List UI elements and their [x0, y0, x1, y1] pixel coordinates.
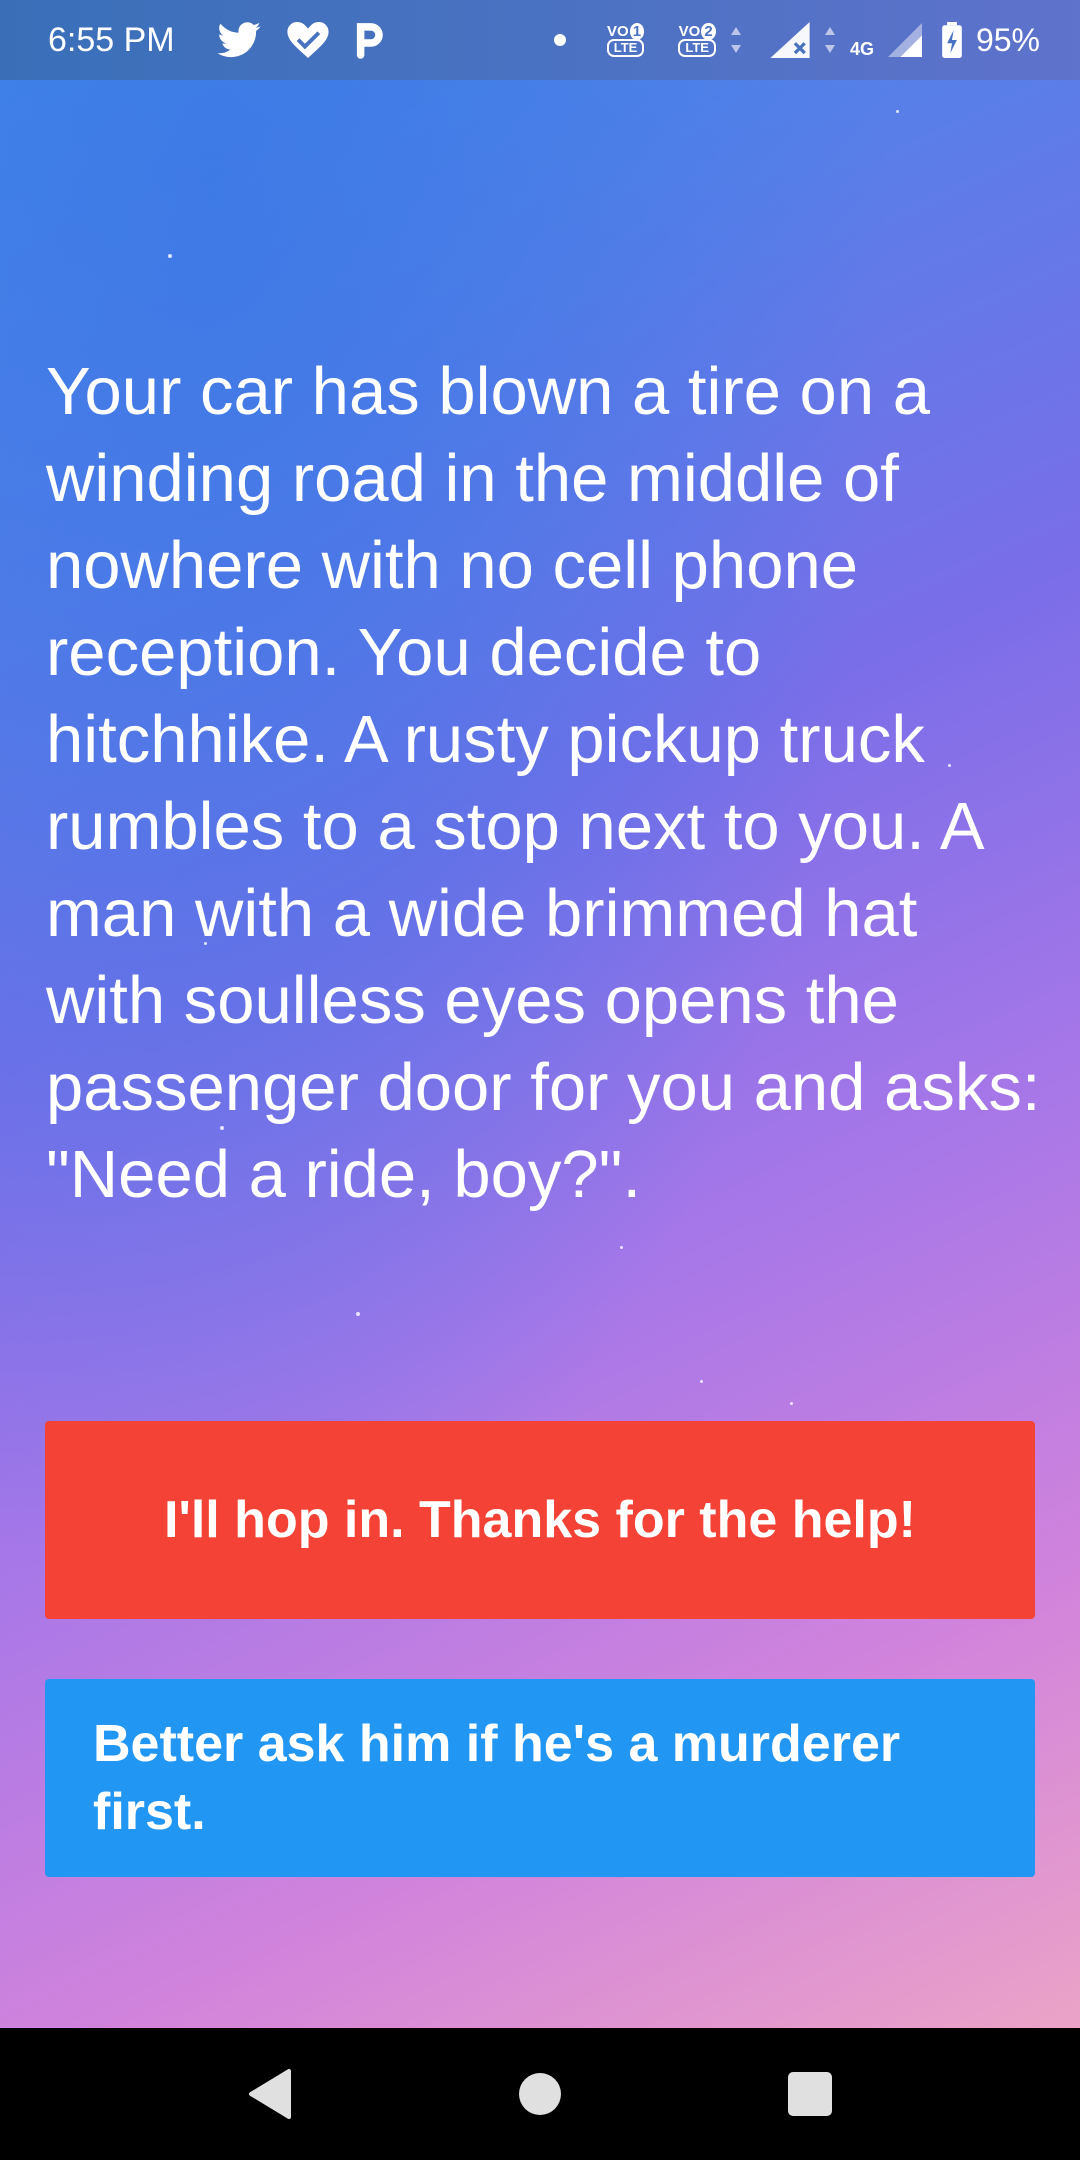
story-text: Your car has blown a tire on a winding r…	[46, 354, 1041, 1212]
recents-icon[interactable]	[780, 2064, 840, 2124]
data-arrows-icon	[730, 25, 742, 55]
signal-strength-icon	[887, 23, 922, 57]
back-icon[interactable]	[240, 2064, 300, 2124]
choice-ask-murderer-button[interactable]: Better ask him if he's a murderer first.	[45, 1679, 1035, 1877]
signal-no-service-icon	[770, 22, 810, 58]
navigation-bar	[0, 2028, 1080, 2160]
data-arrows-icon-2	[824, 25, 836, 55]
background-star	[790, 1402, 793, 1405]
background-star	[700, 1380, 703, 1383]
twitter-icon	[217, 22, 261, 58]
background-star	[356, 1312, 360, 1316]
background-star	[896, 110, 899, 113]
volte-sim2-icon: VO 2 LTE	[678, 22, 716, 57]
battery-charging-icon	[942, 22, 962, 58]
notification-dot-icon	[553, 33, 567, 47]
home-icon[interactable]	[510, 2064, 570, 2124]
choice-hop-in-button[interactable]: I'll hop in. Thanks for the help!	[45, 1421, 1035, 1619]
heart-check-icon	[287, 22, 329, 58]
battery-percentage: 95%	[975, 21, 1040, 58]
p-app-icon	[355, 21, 385, 59]
volte-sim1-icon: VO 1 LTE	[606, 22, 645, 57]
network-type-label: 4G	[849, 38, 874, 59]
app-screen: 6:55 PM VO 1 LTE VO 2 LTE 4G 95% Your ca…	[0, 0, 1080, 2160]
background-star	[168, 254, 172, 258]
background-star	[620, 1246, 623, 1249]
status-bar: 6:55 PM VO 1 LTE VO 2 LTE 4G 95%	[0, 0, 1080, 80]
status-time: 6:55 PM	[48, 20, 175, 59]
